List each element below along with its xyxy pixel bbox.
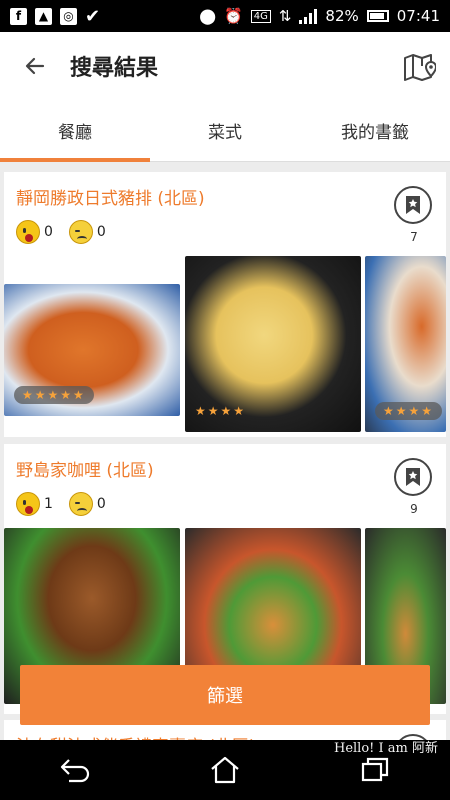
alarm-icon: ⏰: [224, 7, 243, 25]
back-button[interactable]: [0, 32, 70, 100]
like-count: 1: [44, 496, 53, 512]
nav-back-icon: [60, 759, 90, 783]
home-icon: [211, 756, 239, 784]
page-title: 搜尋結果: [70, 56, 159, 81]
photo-stars: ★★★★: [195, 404, 247, 418]
clock: 07:41: [396, 7, 440, 25]
bookmark-button[interactable]: 9: [394, 458, 434, 516]
bookmark-button[interactable]: 7: [394, 186, 434, 244]
tab-bookmarks[interactable]: 我的書籤: [300, 100, 450, 161]
gallery-icon: ▲: [35, 7, 52, 25]
tab-restaurants[interactable]: 餐廳: [0, 100, 150, 162]
photo-stars: ★★★★★: [14, 386, 94, 404]
signal-icon: [299, 8, 318, 24]
bookmark-count: 9: [410, 502, 418, 516]
location-icon: ⬤: [199, 7, 217, 25]
rating-counts: 0 0: [16, 220, 106, 244]
check-icon: ✔: [85, 5, 101, 27]
recents-icon: [361, 757, 389, 782]
network-badge: 4G: [250, 9, 271, 23]
dislike-emoji-icon: [68, 492, 93, 516]
map-button[interactable]: [402, 50, 438, 84]
dish-photo[interactable]: ★★★★★: [4, 284, 180, 416]
notification-icons: f ▲ ◎ ✔: [10, 6, 100, 27]
dish-photo[interactable]: ★★★★: [185, 256, 361, 432]
like-count: 0: [44, 224, 53, 240]
data-transfer-icon: ⇅: [278, 7, 292, 25]
status-bar: f ▲ ◎ ✔ ⬤ ⏰ 4G ⇅ 82% 07:41: [0, 0, 450, 32]
restaurant-name[interactable]: 法布甜法式伴手禮專賣店 (北區): [16, 732, 256, 740]
battery-icon: [366, 10, 389, 22]
dislike-count: 0: [96, 496, 106, 512]
battery-percent: 82%: [325, 7, 359, 25]
bookmark-icon: [394, 458, 432, 496]
system-icons: ⬤ ⏰ 4G ⇅ 82% 07:41: [199, 7, 440, 25]
map-pin-icon: [404, 54, 438, 81]
like-emoji-icon: [16, 492, 40, 516]
results-list[interactable]: 靜岡勝政日式豬排 (北區) 0 0 7 ★★★★★ ★★★★ ★★★★ 野島家咖…: [0, 162, 450, 740]
nav-back-button[interactable]: [40, 745, 110, 795]
watermark-text: Hello! I am 阿新: [333, 741, 438, 756]
facebook-icon: f: [10, 7, 27, 25]
instagram-icon: ◎: [60, 7, 77, 25]
dislike-emoji-icon: [68, 220, 93, 244]
dish-photo[interactable]: ★★★★: [365, 256, 446, 432]
filter-button[interactable]: 篩選: [20, 665, 430, 725]
bookmark-icon: [394, 186, 432, 224]
arrow-left-icon: [25, 57, 45, 75]
photo-strip[interactable]: ★★★★★ ★★★★ ★★★★: [4, 256, 446, 432]
photo-stars: ★★★★: [375, 402, 443, 420]
rating-counts: 1 0: [16, 492, 106, 516]
restaurant-name[interactable]: 野島家咖哩 (北區): [16, 456, 154, 481]
tab-dishes[interactable]: 菜式: [150, 100, 300, 161]
nav-home-button[interactable]: [190, 745, 260, 795]
tab-bar: 餐廳 菜式 我的書籤: [0, 100, 450, 162]
restaurant-name[interactable]: 靜岡勝政日式豬排 (北區): [16, 184, 205, 209]
app-bar: 搜尋結果: [0, 32, 450, 100]
dislike-count: 0: [96, 224, 106, 240]
restaurant-card[interactable]: 靜岡勝政日式豬排 (北區) 0 0 7 ★★★★★ ★★★★ ★★★★: [4, 172, 446, 437]
like-emoji-icon: [16, 220, 40, 244]
bookmark-count: 7: [410, 230, 418, 244]
